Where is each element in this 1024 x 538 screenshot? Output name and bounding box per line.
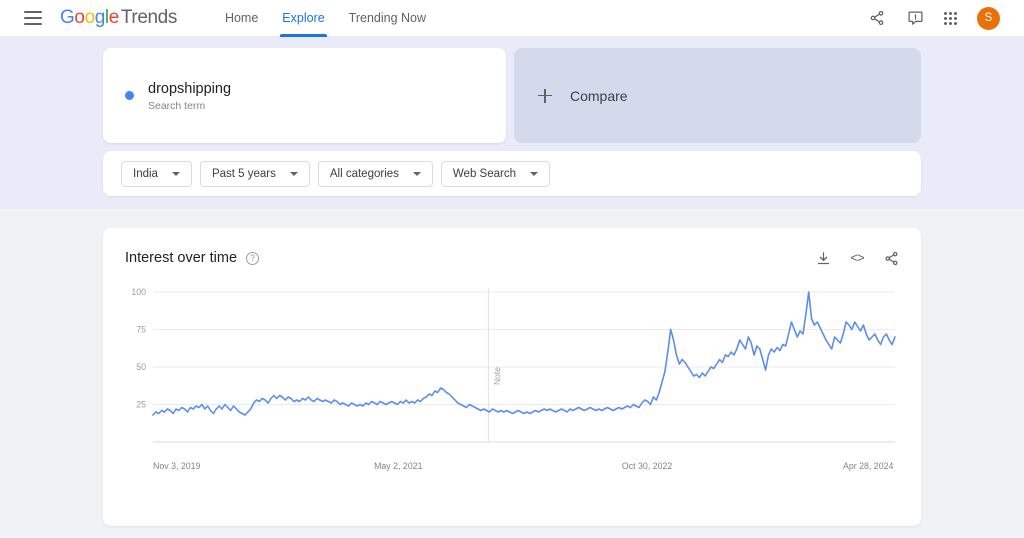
apps-grid-icon[interactable] — [944, 11, 957, 25]
filter-category-label: All categories — [329, 167, 399, 180]
chevron-down-icon — [412, 171, 421, 176]
help-question-icon[interactable]: ? — [246, 251, 260, 265]
compare-button[interactable]: Compare — [514, 48, 921, 143]
filters-bar: India Past 5 years All categories Web Se… — [103, 151, 921, 196]
chart-plot-area[interactable]: 25 50 75 100 Note — [125, 288, 899, 458]
share-icon[interactable] — [868, 9, 886, 27]
google-trends-logo[interactable]: Google Trends — [60, 7, 177, 29]
svg-text:100: 100 — [131, 288, 146, 297]
filter-location[interactable]: India — [121, 160, 192, 187]
svg-text:25: 25 — [136, 400, 146, 410]
filter-category[interactable]: All categories — [317, 160, 433, 187]
note-annotation-label: Note — [492, 367, 503, 385]
filter-search-type-label: Web Search — [452, 167, 516, 180]
filter-location-label: India — [133, 167, 158, 180]
query-band: dropshipping Search term Compare India P… — [0, 37, 1024, 209]
app-header: Google Trends Home Explore Trending Now … — [0, 0, 1024, 37]
svg-text:75: 75 — [136, 325, 146, 335]
chevron-down-icon — [289, 171, 298, 176]
series-color-dot — [125, 91, 134, 100]
filter-time-range-label: Past 5 years — [211, 167, 276, 180]
main-nav: Home Explore Trending Now — [215, 0, 436, 37]
search-term-card[interactable]: dropshipping Search term — [103, 48, 506, 143]
hamburger-menu-icon[interactable] — [24, 11, 42, 25]
download-icon[interactable] — [815, 250, 831, 266]
feedback-icon[interactable] — [906, 9, 924, 27]
chart-toolbar: <> — [815, 250, 899, 266]
share-icon[interactable] — [883, 250, 899, 266]
search-term-name: dropshipping — [148, 80, 232, 97]
chevron-down-icon — [529, 171, 538, 176]
results-section: Interest over time ? <> 25 50 75 100 Not… — [0, 209, 1024, 526]
search-term-type: Search term — [148, 99, 206, 112]
interest-over-time-line-chart[interactable]: 25 50 75 100 — [125, 288, 899, 458]
svg-text:50: 50 — [136, 362, 146, 372]
header-actions: S — [868, 6, 1008, 30]
product-name: Trends — [120, 7, 177, 28]
compare-label: Compare — [570, 87, 628, 104]
plus-icon — [538, 88, 552, 103]
chart-header: Interest over time ? <> — [125, 250, 899, 266]
terms-row: dropshipping Search term Compare — [103, 48, 921, 143]
chevron-down-icon — [171, 171, 180, 176]
interest-over-time-card: Interest over time ? <> 25 50 75 100 Not… — [103, 228, 921, 526]
x-axis-tick-label: Nov 3, 2019 — [153, 461, 201, 471]
x-axis-tick-label: May 2, 2021 — [374, 461, 423, 471]
nav-item-explore[interactable]: Explore — [272, 0, 334, 37]
nav-item-trending-now[interactable]: Trending Now — [339, 0, 436, 37]
filter-search-type[interactable]: Web Search — [440, 160, 550, 187]
avatar[interactable]: S — [977, 6, 1000, 30]
x-axis-labels: Nov 3, 2019 May 2, 2021 Oct 30, 2022 Apr 28… — [125, 461, 899, 477]
embed-code-icon[interactable]: <> — [849, 250, 865, 266]
x-axis-tick-label: Apr 28, 2024 — [843, 461, 894, 471]
x-axis-tick-label: Oct 30, 2022 — [621, 461, 673, 471]
page-title: Interest over time — [125, 250, 238, 266]
filter-time-range[interactable]: Past 5 years — [199, 160, 310, 187]
nav-item-home[interactable]: Home — [215, 0, 268, 37]
